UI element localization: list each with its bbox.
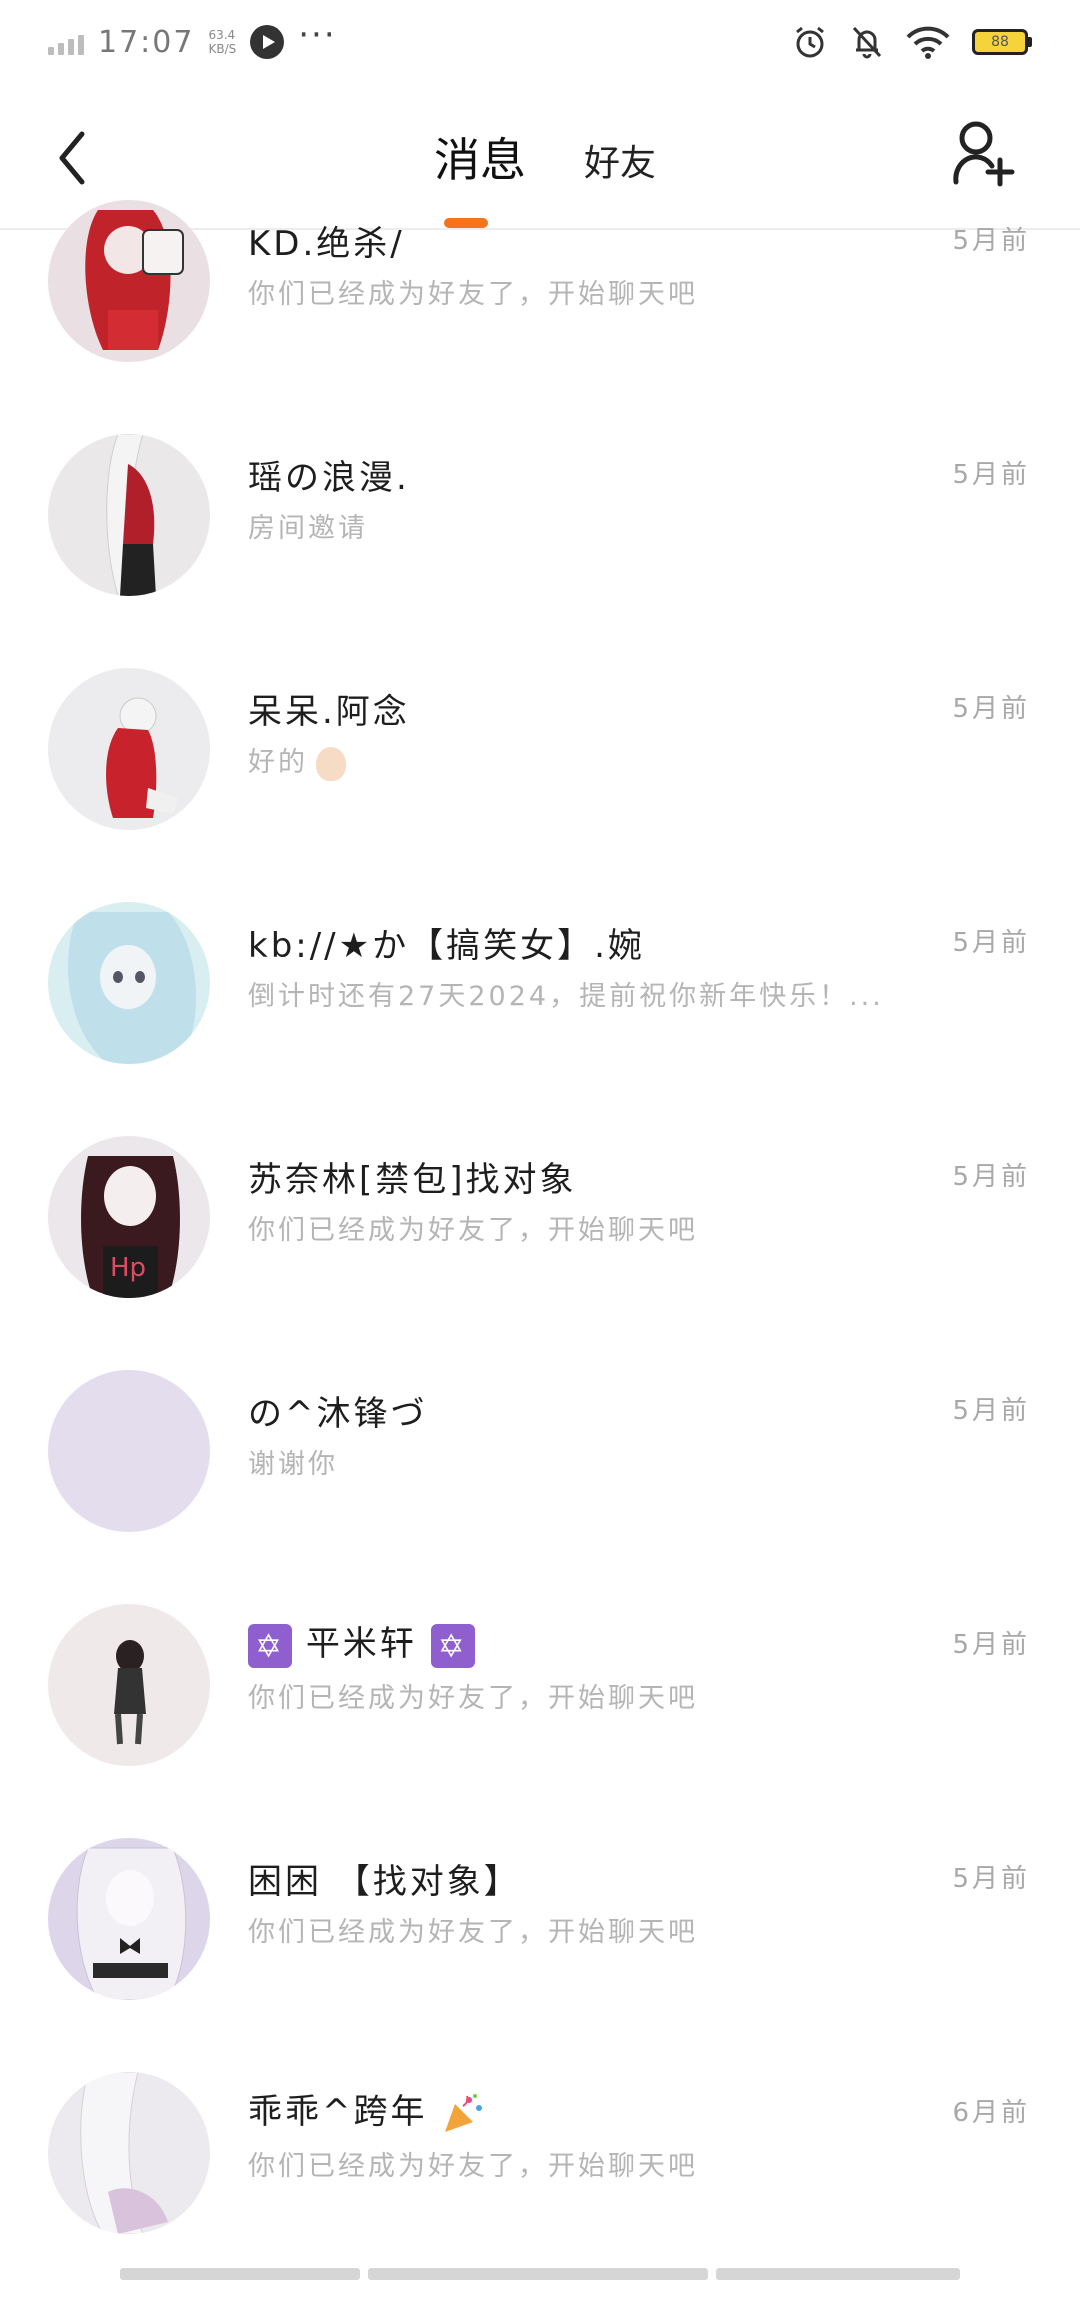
message-preview: 你们已经成为好友了，开始聊天吧	[248, 1917, 698, 1948]
avatar[interactable]	[48, 200, 210, 362]
contact-name-text: 乖乖^跨年	[248, 2092, 428, 2132]
contact-name: 苏奈林[禁包]找对象	[248, 1160, 577, 1200]
conversation-item[interactable]: 瑶の浪漫. 房间邀请 5月前	[0, 434, 1080, 668]
svg-text:Hp: Hp	[110, 1253, 146, 1283]
party-popper-icon	[445, 2093, 483, 2132]
message-preview: 你们已经成为好友了，开始聊天吧	[248, 2151, 698, 2182]
message-time: 5月前	[952, 928, 1030, 958]
conversation-item[interactable]: 呆呆.阿念 好的 5月前	[0, 668, 1080, 902]
conversation-item[interactable]: 困困 【找对象】 你们已经成为好友了，开始聊天吧 5月前	[0, 1838, 1080, 2072]
tab-friends[interactable]: 好友	[584, 134, 656, 190]
conversation-item[interactable]: の^沐锋づ 谢谢你 5月前	[0, 1370, 1080, 1604]
conversation-item[interactable]: KD.绝杀/ 你们已经成为好友了，开始聊天吧 5月前	[0, 200, 1080, 434]
message-time: 5月前	[952, 694, 1030, 724]
star-of-david-icon: ✡	[248, 1623, 292, 1668]
battery-level: 88	[972, 29, 1028, 55]
wifi-icon	[906, 26, 950, 59]
signal-icon	[48, 29, 84, 55]
network-speed: 63.4 KB/S	[208, 28, 236, 56]
bottom-bar-segment	[120, 2268, 360, 2280]
avatar[interactable]	[48, 434, 210, 596]
add-friend-icon[interactable]	[952, 120, 1016, 188]
battery-icon: 88	[972, 29, 1032, 55]
message-preview: 倒计时还有27天2024，提前祝你新年快乐！...	[248, 981, 884, 1012]
avatar[interactable]: Hp	[48, 1136, 210, 1298]
message-time: 5月前	[952, 460, 1030, 490]
contact-name: KD.绝杀/	[248, 224, 405, 264]
media-play-icon	[250, 25, 285, 59]
mute-icon	[852, 26, 882, 59]
message-time: 5月前	[952, 1396, 1030, 1426]
contact-name: 瑶の浪漫.	[248, 458, 410, 498]
message-preview-text: 好的	[248, 747, 308, 778]
tab-bar: 消息 好友	[0, 124, 1080, 190]
alarm-icon	[796, 26, 824, 58]
message-time: 5月前	[952, 1864, 1030, 1894]
bottom-bar-segment	[716, 2268, 960, 2280]
contact-name: の^沐锋づ	[248, 1394, 428, 1434]
avatar[interactable]	[48, 2072, 210, 2234]
message-time: 5月前	[952, 1630, 1030, 1660]
message-preview: 你们已经成为好友了，开始聊天吧	[248, 1683, 698, 1714]
avatar[interactable]	[48, 668, 210, 830]
message-preview: 房间邀请	[248, 513, 368, 544]
avatar[interactable]	[48, 1604, 210, 1766]
bottom-bar-segment	[368, 2268, 708, 2280]
message-preview: 你们已经成为好友了，开始聊天吧	[248, 1215, 698, 1246]
message-time: 5月前	[952, 226, 1030, 256]
network-speed-unit: KB/S	[208, 42, 237, 56]
conversation-item[interactable]: kb://★か【搞笑女】.婉 倒计时还有27天2024，提前祝你新年快乐！...…	[0, 902, 1080, 1136]
bottom-bar	[120, 2268, 960, 2280]
contact-name: ✡ 平米轩 ✡	[248, 1616, 475, 1668]
contact-name: 呆呆.阿念	[248, 692, 410, 732]
avatar[interactable]	[48, 1370, 210, 1532]
message-preview: 谢谢你	[248, 1449, 338, 1480]
ok-hand-emoji-icon	[316, 746, 346, 781]
tab-messages[interactable]: 消息	[434, 124, 526, 190]
contact-name-text: 平米轩	[305, 1624, 417, 1664]
avatar[interactable]	[48, 902, 210, 1064]
message-time: 6月前	[952, 2098, 1030, 2128]
network-speed-value: 63.4	[208, 28, 236, 42]
star-of-david-icon: ✡	[430, 1623, 475, 1668]
status-bar-right: 88	[792, 24, 1032, 60]
message-preview: 你们已经成为好友了，开始聊天吧	[248, 279, 698, 310]
clock: 17:07	[98, 24, 195, 60]
avatar[interactable]	[48, 1838, 210, 2000]
message-preview: 好的	[248, 740, 346, 781]
conversation-item[interactable]: Hp 苏奈林[禁包]找对象 你们已经成为好友了，开始聊天吧 5月前	[0, 1136, 1080, 1370]
conversation-item[interactable]: ✡ 平米轩 ✡ 你们已经成为好友了，开始聊天吧 5月前	[0, 1604, 1080, 1838]
contact-name: 乖乖^跨年	[248, 2084, 485, 2136]
status-bar: 17:07 63.4 KB/S ··· 88	[0, 0, 1080, 84]
more-notifications: ···	[298, 15, 337, 55]
contact-name: kb://★か【搞笑女】.婉	[248, 926, 645, 966]
contact-name: 困困 【找对象】	[248, 1862, 521, 1902]
message-time: 5月前	[952, 1162, 1030, 1192]
status-bar-left: 17:07 63.4 KB/S ···	[48, 15, 337, 60]
